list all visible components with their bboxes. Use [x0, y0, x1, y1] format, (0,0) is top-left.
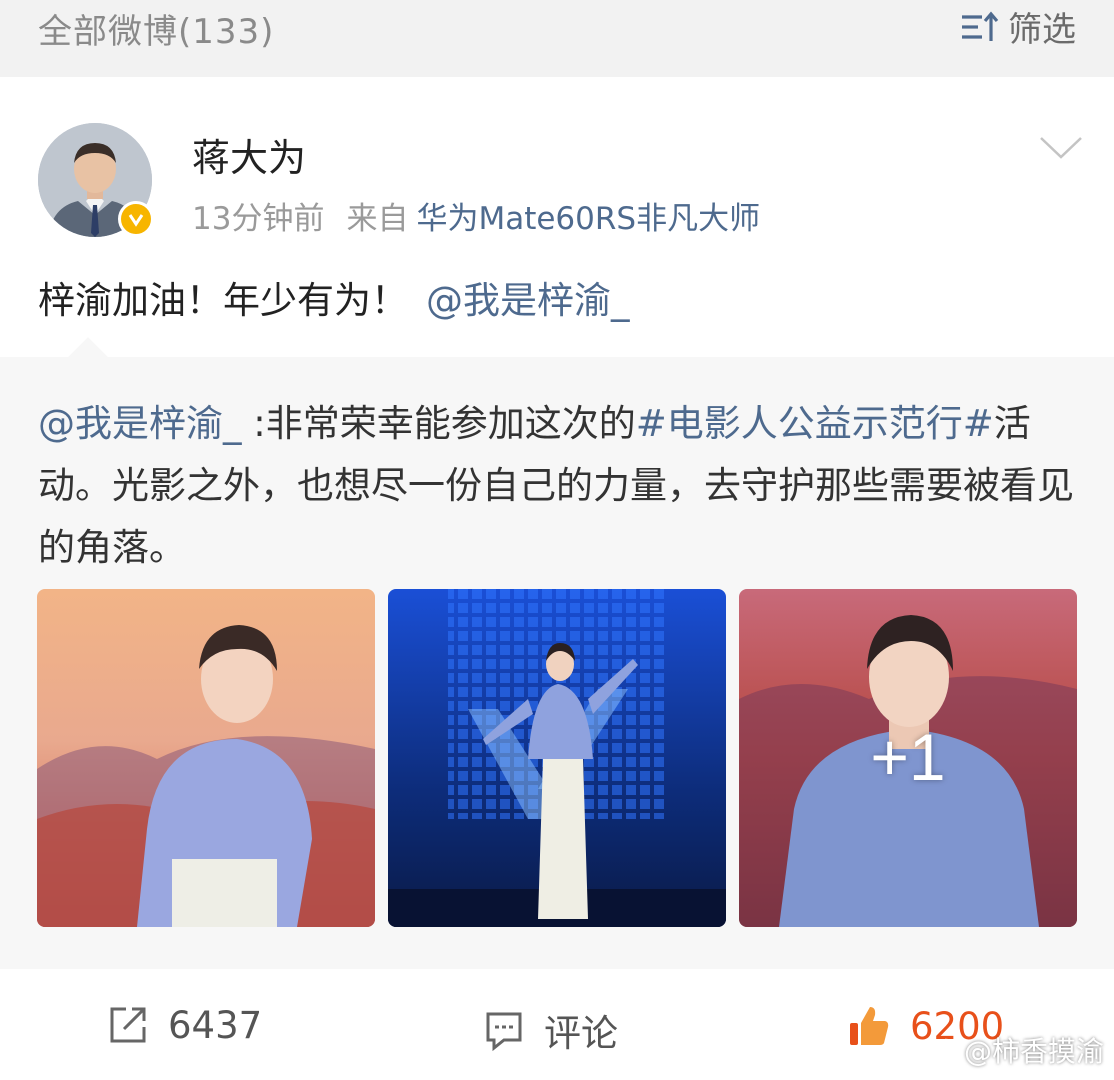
- weibo-logo-icon: [919, 1038, 956, 1066]
- repost-text: @我是梓渝_ :非常荣幸能参加这次的#电影人公益示范行#活动。光影之外，也想尽一…: [38, 393, 1078, 579]
- all-posts-count[interactable]: 全部微博(133): [38, 4, 274, 53]
- chevron-down-icon[interactable]: [1038, 135, 1084, 161]
- verified-badge-icon: [118, 201, 154, 237]
- filter-button[interactable]: 筛选: [958, 2, 1076, 51]
- photo-thumbnail[interactable]: [37, 589, 375, 927]
- photo-1-image: [37, 589, 375, 927]
- post-time: 13分钟前: [192, 201, 325, 237]
- from-label: 来自: [346, 201, 409, 237]
- more-images-overlay: +1: [870, 720, 946, 794]
- photo-thumbnail[interactable]: +1: [739, 589, 1077, 927]
- sort-filter-icon: [962, 11, 999, 41]
- filter-bar: 全部微博(133) 筛选: [0, 0, 1114, 77]
- device-link[interactable]: 华为Mate60RS非凡大师: [416, 201, 760, 237]
- image-grid: +1: [37, 589, 1077, 927]
- share-icon: [110, 1007, 146, 1043]
- post-body: 梓渝加油！年少有为！: [38, 279, 408, 322]
- mention-link[interactable]: @我是梓渝_: [426, 279, 630, 322]
- action-bar: 6437 评论 6200 @柿香摸渝: [0, 969, 1114, 1080]
- post-meta: 13分钟前 来自 华为Mate60RS非凡大师: [192, 193, 760, 238]
- watermark: @柿香摸渝: [918, 1030, 1104, 1070]
- comment-label: 评论: [544, 1012, 618, 1055]
- photo-2-image: [388, 589, 726, 927]
- hashtag-link[interactable]: #电影人公益示范行#: [636, 402, 994, 445]
- watermark-text: @柿香摸渝: [963, 1035, 1104, 1068]
- comment-button[interactable]: 评论: [482, 1003, 618, 1057]
- repost-author-link[interactable]: @我是梓渝_: [38, 402, 242, 445]
- repost-text-part1: :非常荣幸能参加这次的: [241, 402, 636, 445]
- photo-thumbnail[interactable]: [388, 589, 726, 927]
- share-button[interactable]: 6437: [106, 1003, 262, 1047]
- filter-label: 筛选: [1008, 10, 1076, 50]
- post-card[interactable]: 蒋大为 13分钟前 来自 华为Mate60RS非凡大师 梓渝加油！年少有为！ @我是梓…: [0, 77, 1114, 357]
- repost-box[interactable]: @我是梓渝_ :非常荣幸能参加这次的#电影人公益示范行#活动。光影之外，也想尽一…: [0, 337, 1114, 969]
- author-name[interactable]: 蒋大为: [192, 127, 306, 182]
- thumbs-up-icon: [850, 1007, 889, 1045]
- comment-icon: [486, 1012, 522, 1052]
- share-count: 6437: [168, 1003, 263, 1047]
- post-text: 梓渝加油！年少有为！ @我是梓渝_: [38, 270, 630, 324]
